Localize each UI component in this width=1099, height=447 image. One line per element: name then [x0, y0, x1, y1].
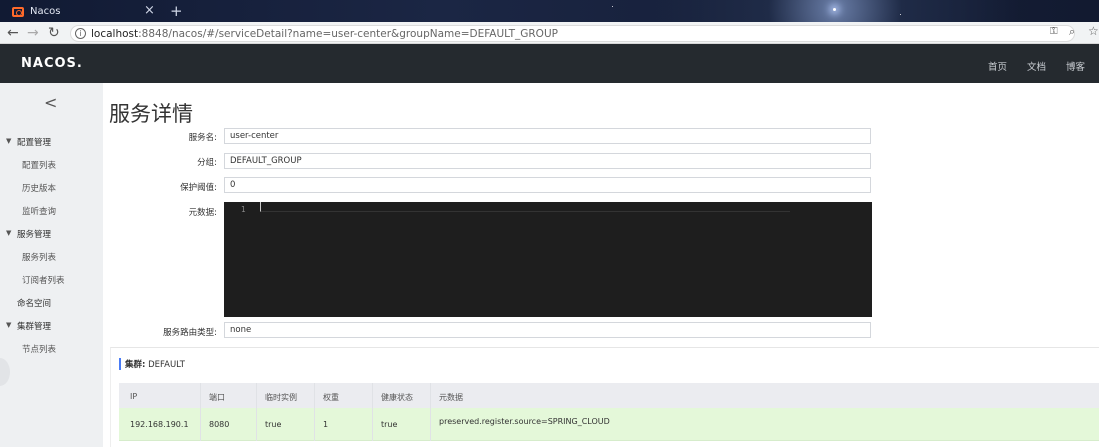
- cell-ip: 192.168.190.1: [130, 420, 189, 429]
- url-text: localhost:8848/nacos/#/serviceDetail?nam…: [91, 28, 558, 40]
- sidebar-item-subscribers[interactable]: 订阅者列表: [22, 274, 65, 286]
- tab-close-icon[interactable]: ×: [144, 3, 155, 18]
- collapse-sidebar-icon[interactable]: <: [44, 93, 57, 112]
- service-name-field[interactable]: user-center: [224, 128, 871, 144]
- column-header-weight: 权重: [323, 393, 339, 402]
- address-bar: ← → ↻ i localhost:8848/nacos/#/serviceDe…: [0, 22, 1099, 44]
- cell-metadata: preserved.register.source=SPRING_CLOUD: [439, 417, 610, 426]
- background-star: [833, 8, 836, 11]
- table-row: 192.168.190.1 8080 true 1 true preserved…: [119, 408, 1099, 441]
- page-title: 服务详情: [109, 102, 193, 126]
- reload-icon[interactable]: ↻: [48, 24, 60, 42]
- cell-health: true: [381, 420, 398, 429]
- editor-cursor-line: [260, 202, 790, 212]
- group-label: 分组:: [197, 158, 217, 168]
- zoom-icon[interactable]: ⌕: [1069, 25, 1075, 39]
- cluster-name: DEFAULT: [148, 360, 185, 370]
- nacos-logo[interactable]: NACOS.: [21, 56, 83, 71]
- sidebar-group-cluster[interactable]: 集群管理: [17, 320, 51, 332]
- url-input[interactable]: i localhost:8848/nacos/#/serviceDetail?n…: [70, 25, 1075, 42]
- sidebar-item-listener[interactable]: 监听查询: [22, 205, 56, 217]
- cell-weight: 1: [323, 420, 329, 429]
- background-star: [900, 14, 901, 15]
- column-divider: [372, 383, 373, 441]
- column-header-ip: IP: [130, 392, 138, 401]
- bookmark-star-icon[interactable]: ☆: [1088, 24, 1099, 38]
- selector-field[interactable]: none: [224, 322, 871, 338]
- cell-port: 8080: [209, 420, 230, 429]
- column-header-health: 健康状态: [381, 393, 413, 402]
- table-header: IP 端口 临时实例 权重 健康状态 元数据: [119, 383, 1099, 408]
- threshold-field[interactable]: 0: [224, 177, 871, 193]
- column-header-ephemeral: 临时实例: [265, 393, 297, 402]
- nacos-favicon-icon: [12, 7, 24, 17]
- nav-link-docs[interactable]: 文档: [1027, 59, 1046, 73]
- editor-line-number: 1: [241, 205, 246, 214]
- column-divider: [430, 383, 431, 441]
- metadata-editor[interactable]: 1: [224, 202, 872, 317]
- nav-link-blog[interactable]: 博客: [1066, 59, 1085, 73]
- cell-ephemeral: true: [265, 420, 282, 429]
- sidebar-item-history[interactable]: 历史版本: [22, 182, 56, 194]
- sidebar-group-service[interactable]: 服务管理: [17, 228, 51, 240]
- info-icon[interactable]: i: [75, 28, 86, 39]
- cluster-panel: 集群: DEFAULT IP 端口 临时实例 权重 健康状态 元数据 192.1…: [110, 347, 1099, 447]
- cluster-label: 集群:: [125, 360, 146, 370]
- nav-link-home[interactable]: 首页: [988, 59, 1007, 73]
- service-name-label: 服务名:: [188, 133, 217, 143]
- forward-arrow-icon[interactable]: →: [27, 24, 39, 42]
- threshold-label: 保护阈值:: [180, 183, 217, 193]
- column-header-metadata: 元数据: [439, 393, 463, 402]
- key-icon[interactable]: ⚿: [1050, 26, 1058, 37]
- new-tab-icon[interactable]: +: [170, 2, 183, 20]
- back-arrow-icon[interactable]: ←: [7, 24, 19, 42]
- cluster-title: 集群: DEFAULT: [119, 358, 185, 370]
- sidebar-item-namespace[interactable]: 命名空间: [17, 297, 51, 309]
- caret-down-icon: ▼: [6, 321, 12, 329]
- sidebar-item-config-list[interactable]: 配置列表: [22, 159, 56, 171]
- sidebar-item-service-list[interactable]: 服务列表: [22, 251, 56, 263]
- column-header-port: 端口: [209, 393, 225, 402]
- metadata-label: 元数据:: [188, 208, 217, 218]
- selector-label: 服务路由类型:: [163, 328, 217, 338]
- caret-down-icon: ▼: [6, 229, 12, 237]
- tab-title: Nacos: [30, 6, 61, 17]
- browser-tab-bar: Nacos × +: [0, 0, 1099, 22]
- column-divider: [256, 383, 257, 441]
- sidebar-item-node-list[interactable]: 节点列表: [22, 343, 56, 355]
- app-header: NACOS. 首页 文档 博客: [0, 44, 1099, 83]
- background-star: [612, 6, 613, 7]
- caret-down-icon: ▼: [6, 137, 12, 145]
- sidebar-group-config[interactable]: 配置管理: [17, 136, 51, 148]
- column-divider: [200, 383, 201, 441]
- column-divider: [314, 383, 315, 441]
- group-field[interactable]: DEFAULT_GROUP: [224, 153, 871, 169]
- browser-tab[interactable]: Nacos × +: [4, 2, 188, 22]
